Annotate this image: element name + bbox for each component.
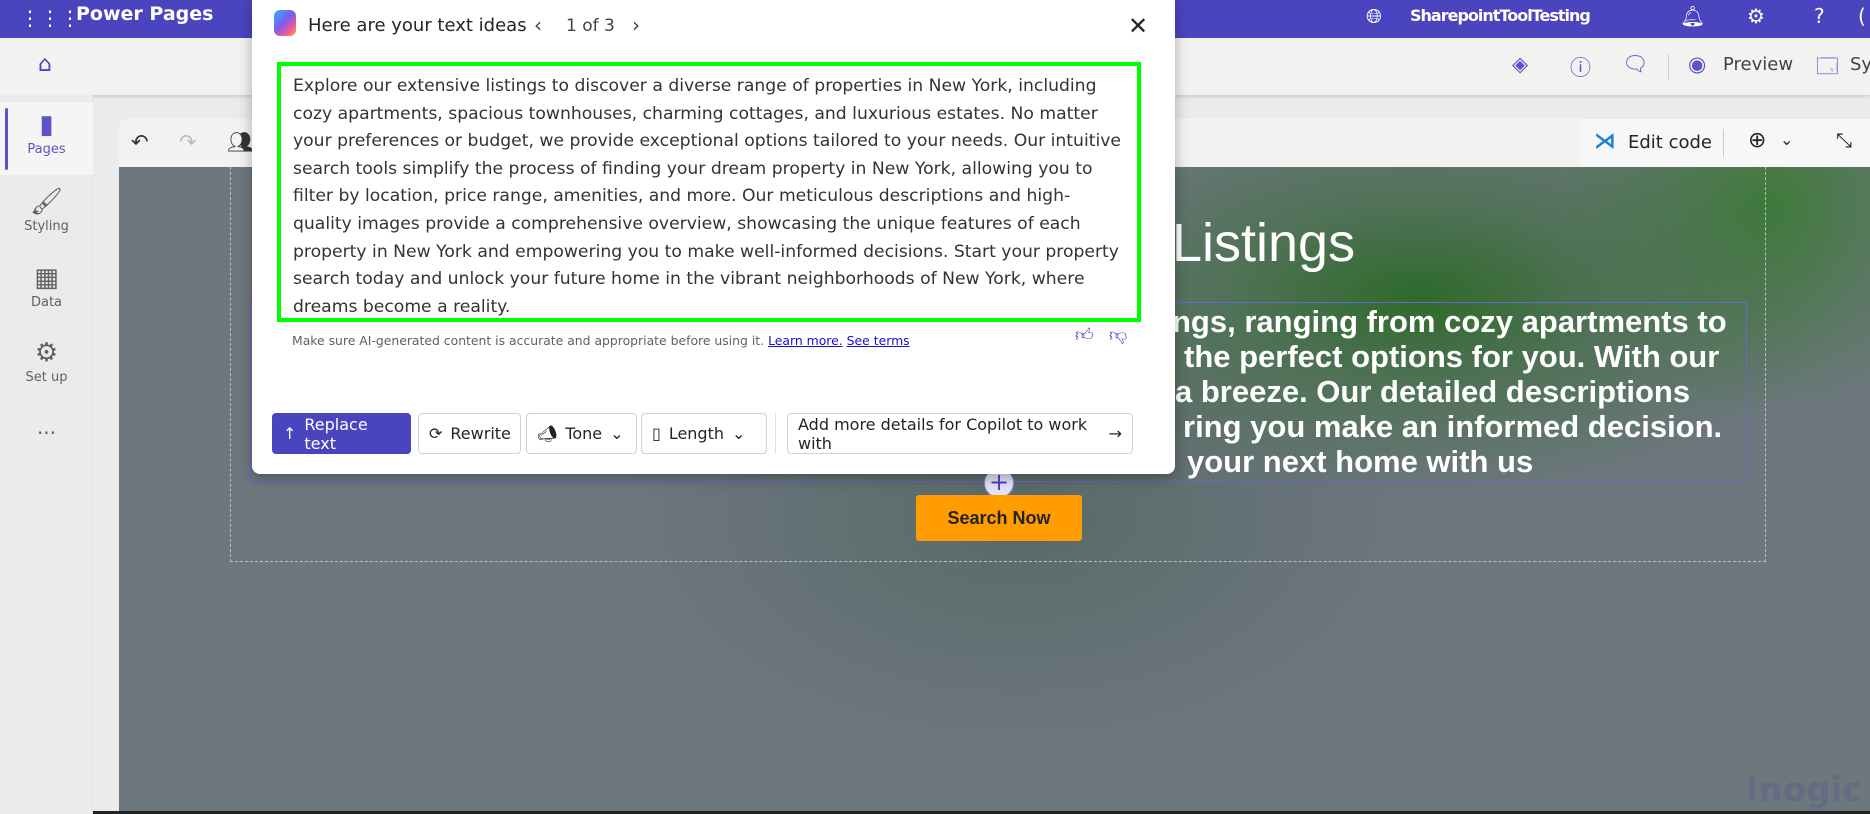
arrow-right-icon: →: [1108, 424, 1122, 443]
avatar[interactable]: (: [1858, 4, 1866, 28]
learn-more-link[interactable]: Learn more.: [768, 333, 843, 348]
see-terms-link[interactable]: See terms: [847, 333, 910, 348]
refresh-icon: ⟳: [429, 424, 443, 443]
divider: [1668, 54, 1669, 80]
home-icon[interactable]: ⌂: [38, 52, 52, 77]
page-icon: ▮: [39, 110, 54, 140]
settings-window-icon: ⚙: [34, 338, 59, 368]
rail-item-data[interactable]: ▦ Data: [0, 261, 93, 331]
collapse-icon[interactable]: ⤡: [1836, 128, 1852, 152]
preview-button[interactable]: Preview: [1723, 54, 1793, 75]
paragraph-line: ngs, ranging from cozy apartments to: [1172, 304, 1727, 339]
pager: 1 of 3: [566, 16, 615, 36]
app-title: Power Pages: [76, 3, 214, 25]
zoom-in-icon[interactable]: ⊕: [1748, 128, 1766, 153]
redo-icon[interactable]: ↷: [179, 130, 197, 154]
chevron-down-icon[interactable]: ⌄: [1780, 130, 1793, 149]
eye-icon[interactable]: ◉: [1688, 52, 1706, 76]
app-launcher-icon[interactable]: ⋮⋮⋮: [20, 6, 80, 30]
idea-text[interactable]: Explore our extensive listings to discov…: [277, 62, 1141, 322]
ruler-icon: ▯: [652, 424, 661, 443]
rail-item-styling[interactable]: 🖌︎ Styling: [0, 185, 93, 255]
chevron-left-icon[interactable]: ‹: [534, 13, 542, 37]
button-label: Rewrite: [450, 424, 511, 443]
button-label: Add more details for Copilot to work wit…: [798, 414, 1088, 453]
canvas-right-toolbar: ⋊ Edit code ⊕ ⌄ ⤡: [1580, 119, 1870, 167]
edit-code-button[interactable]: Edit code: [1628, 132, 1712, 153]
button-label: Length: [668, 424, 724, 443]
globe-icon: 🌐︎: [1366, 4, 1382, 28]
tone-dropdown[interactable]: 📣︎ Tone ⌄: [526, 413, 637, 454]
ai-disclaimer: Make sure AI-generated content is accura…: [292, 333, 910, 348]
rewrite-button[interactable]: ⟳ Rewrite: [418, 413, 521, 454]
sync-button[interactable]: Sy: [1850, 54, 1870, 75]
copilot-icon[interactable]: ◈: [1512, 52, 1528, 76]
page-heading[interactable]: Listings: [1172, 212, 1355, 274]
divider: [1723, 129, 1724, 157]
search-now-button[interactable]: Search Now: [916, 495, 1082, 541]
vscode-icon: ⋊: [1594, 129, 1616, 154]
replace-text-button[interactable]: ↑ Replace text: [272, 413, 411, 454]
table-icon: ▦: [34, 263, 59, 293]
undo-icon[interactable]: ↶: [131, 130, 149, 154]
thumbs-up-icon[interactable]: 👍︎: [1075, 324, 1094, 346]
button-label: Tone: [565, 424, 603, 443]
collaboration-icon[interactable]: 👥︎: [227, 130, 254, 155]
paragraph-line: the perfect options for you. With our: [1184, 339, 1720, 374]
environment-name[interactable]: SharepointToolTesting: [1410, 6, 1591, 25]
copilot-text-ideas-dialog: Here are your text ideas ‹ 1 of 3 › ✕ Ex…: [252, 0, 1175, 474]
paragraph-line: your next home with us: [1187, 444, 1534, 479]
chevron-down-icon: ⌄: [732, 424, 746, 443]
rail-item-label: Pages: [27, 142, 66, 157]
rail-item-label: Styling: [24, 219, 69, 234]
add-details-button[interactable]: Add more details for Copilot to work wit…: [787, 413, 1133, 454]
length-dropdown[interactable]: ▯ Length ⌄: [641, 413, 767, 454]
rail-item-label: Data: [30, 295, 63, 310]
divider: [775, 413, 776, 454]
rail-item-label: Set up: [25, 370, 68, 385]
chevron-right-icon[interactable]: ›: [632, 13, 640, 37]
copilot-logo-icon: [274, 10, 296, 36]
sync-icon[interactable]: 🗔︎: [1816, 52, 1839, 87]
more-button[interactable]: ...: [0, 415, 93, 439]
close-icon[interactable]: ✕: [1128, 12, 1148, 40]
button-label: Replace text: [304, 414, 368, 453]
left-rail: ▮ Pages 🖌︎ Styling ▦ Data ⚙ Set up ...: [0, 95, 93, 814]
rail-item-setup[interactable]: ⚙ Set up: [0, 336, 93, 406]
gear-icon[interactable]: ⚙: [1747, 4, 1765, 28]
paragraph-line: ring you make an informed decision.: [1183, 409, 1723, 444]
disclaimer-text: Make sure AI-generated content is accura…: [292, 333, 765, 348]
rail-item-pages[interactable]: ▮ Pages: [0, 102, 93, 175]
chevron-down-icon: ⌄: [610, 424, 624, 443]
info-book-icon[interactable]: ⓘ: [1570, 52, 1591, 82]
paragraph-line: a breeze. Our detailed descriptions: [1175, 374, 1691, 409]
comment-icon[interactable]: 🗨︎: [1622, 52, 1649, 77]
bell-icon[interactable]: 🔔︎: [1680, 4, 1705, 28]
paintbrush-icon: 🖌︎: [29, 187, 63, 217]
megaphone-icon: 📣︎: [537, 424, 558, 443]
watermark-logo: Inogic: [1746, 770, 1863, 810]
help-icon[interactable]: ?: [1814, 4, 1825, 28]
thumbs-down-icon[interactable]: 👎︎: [1109, 324, 1127, 346]
dialog-title: Here are your text ideas: [308, 15, 527, 36]
arrow-up-icon: ↑: [283, 424, 297, 443]
